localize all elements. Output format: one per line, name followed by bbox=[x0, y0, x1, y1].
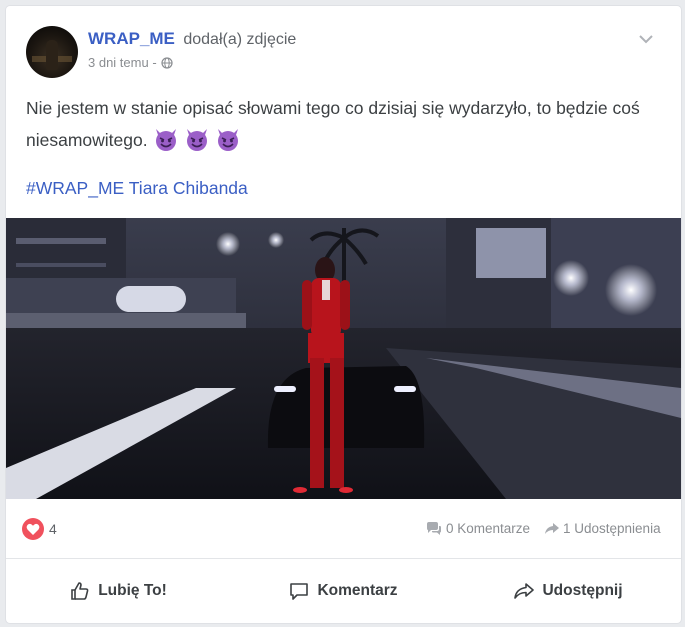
post-title-line: WRAP_ME dodał(a) zdjęcie bbox=[88, 29, 296, 49]
divider bbox=[6, 558, 681, 559]
share-arrow-icon bbox=[545, 522, 559, 534]
post-action-text: dodał(a) zdjęcie bbox=[183, 31, 297, 48]
comment-icon bbox=[290, 583, 309, 600]
share-icon bbox=[514, 583, 535, 599]
post-actions: Lubię To! Komentarz Udostępnij bbox=[6, 566, 681, 616]
comment-button[interactable]: Komentarz bbox=[231, 566, 456, 616]
comments-icon bbox=[427, 521, 441, 535]
post-card: WRAP_ME dodał(a) zdjęcie 3 dni temu - Ni… bbox=[6, 6, 681, 623]
post-photo[interactable] bbox=[6, 218, 681, 499]
share-button[interactable]: Udostępnij bbox=[456, 566, 681, 616]
smiling-imp-icon bbox=[156, 129, 177, 151]
avatar[interactable] bbox=[26, 26, 78, 78]
heart-icon[interactable] bbox=[22, 518, 44, 540]
shares-count-text: 1 Udostępnienia bbox=[563, 521, 661, 536]
post-time[interactable]: 3 dni temu - bbox=[88, 55, 157, 70]
comments-count-text: 0 Komentarze bbox=[446, 521, 531, 536]
post-photo-scene bbox=[6, 218, 681, 499]
comments-count[interactable]: 0 Komentarze bbox=[426, 521, 530, 536]
shares-count[interactable]: 1 Udostępnienia bbox=[545, 521, 661, 536]
post-text: Nie jestem w stanie opisać słowami tego … bbox=[26, 98, 640, 150]
chevron-down-icon[interactable] bbox=[637, 32, 655, 46]
author-name[interactable]: WRAP_ME bbox=[88, 29, 175, 48]
like-button[interactable]: Lubię To! bbox=[6, 566, 231, 616]
share-button-label: Udostępnij bbox=[542, 582, 623, 599]
post-header: WRAP_ME dodał(a) zdjęcie 3 dni temu - bbox=[26, 26, 661, 78]
globe-icon bbox=[161, 56, 173, 69]
post-stats: 4 0 Komentarze 1 Udostępnienia bbox=[6, 510, 681, 546]
post-meta: 3 dni temu - bbox=[88, 55, 173, 70]
like-button-label: Lubię To! bbox=[98, 582, 167, 599]
post-hashtags[interactable]: #WRAP_ME Tiara Chibanda bbox=[26, 178, 248, 199]
thumbs-up-icon bbox=[71, 582, 89, 600]
post-body: Nie jestem w stanie opisać słowami tego … bbox=[26, 92, 657, 156]
smiling-imp-icon bbox=[187, 129, 208, 151]
comment-button-label: Komentarz bbox=[317, 582, 398, 599]
reaction-count[interactable]: 4 bbox=[49, 521, 57, 537]
smiling-imp-icon bbox=[218, 129, 239, 151]
